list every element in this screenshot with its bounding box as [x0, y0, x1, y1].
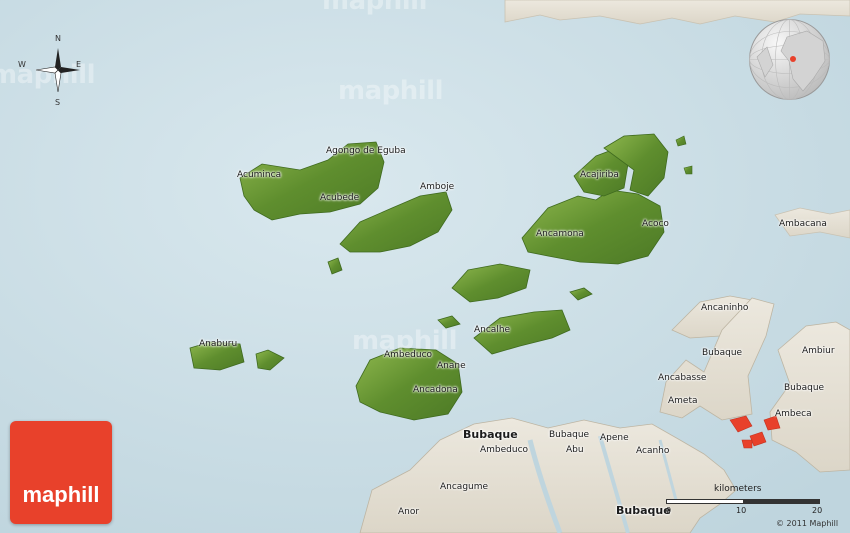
place-label: Ancagume: [440, 482, 489, 492]
location-marker-icon: [790, 56, 796, 62]
place-label: Acuminca: [237, 170, 282, 180]
place-label: Bubaque: [463, 428, 518, 441]
place-label: Ancalhe: [474, 325, 511, 335]
locator-globe: [747, 17, 832, 102]
globe-icon: [749, 19, 830, 100]
place-label: Bubaque: [549, 430, 590, 440]
place-label: Bubaque: [784, 383, 825, 393]
compass-icon: [35, 48, 80, 93]
watermark: maphill: [338, 76, 444, 106]
place-label: Ambiur: [802, 346, 835, 356]
place-label: Apene: [600, 433, 629, 443]
logo-text: maphill: [22, 482, 100, 507]
place-label: Anor: [398, 507, 420, 517]
place-label: Acubede: [320, 193, 360, 203]
place-label: Agongo de Eguba: [326, 146, 406, 156]
compass-s: S: [55, 98, 61, 107]
scale-tick: 0: [666, 506, 672, 515]
place-label: Amboje: [420, 182, 455, 192]
map-view[interactable]: maphill maphill maphill maphill Agongo d…: [0, 0, 850, 533]
place-label: Ancaninho: [701, 303, 749, 313]
place-label: Ambeduco: [384, 350, 433, 360]
scale-bar: kilometers 0 10 20: [666, 484, 826, 515]
copyright-notice: © 2011 Maphill: [776, 519, 839, 528]
place-label: Bubaque: [702, 348, 743, 358]
compass-rose: N S E W: [18, 34, 88, 107]
place-label: Ambeca: [775, 409, 812, 419]
watermark: maphill: [322, 0, 428, 16]
place-label: Ancamona: [536, 229, 584, 239]
scale-tick: 20: [812, 506, 823, 515]
place-label: Ameta: [668, 396, 698, 406]
compass-n: N: [55, 34, 61, 43]
scale-title: kilometers: [714, 484, 762, 494]
place-label: Ancabasse: [658, 373, 707, 383]
compass-e: E: [76, 60, 82, 69]
scale-bar-graphic: [666, 499, 820, 504]
place-label: Acanho: [636, 446, 670, 456]
place-label: Bubaque: [616, 504, 671, 517]
maphill-logo[interactable]: maphill: [10, 421, 112, 524]
place-label: Anane: [437, 361, 466, 371]
place-label: Acoco: [642, 219, 669, 229]
place-label: Ambacana: [779, 219, 827, 229]
place-label: Acajiriba: [580, 170, 619, 180]
place-label: Anaburu: [199, 339, 238, 349]
scale-tick: 10: [736, 506, 747, 515]
place-label: Ancadona: [413, 385, 458, 395]
place-label: Ambeduco: [480, 445, 529, 455]
compass-w: W: [18, 60, 26, 69]
place-label: Abu: [566, 445, 584, 455]
